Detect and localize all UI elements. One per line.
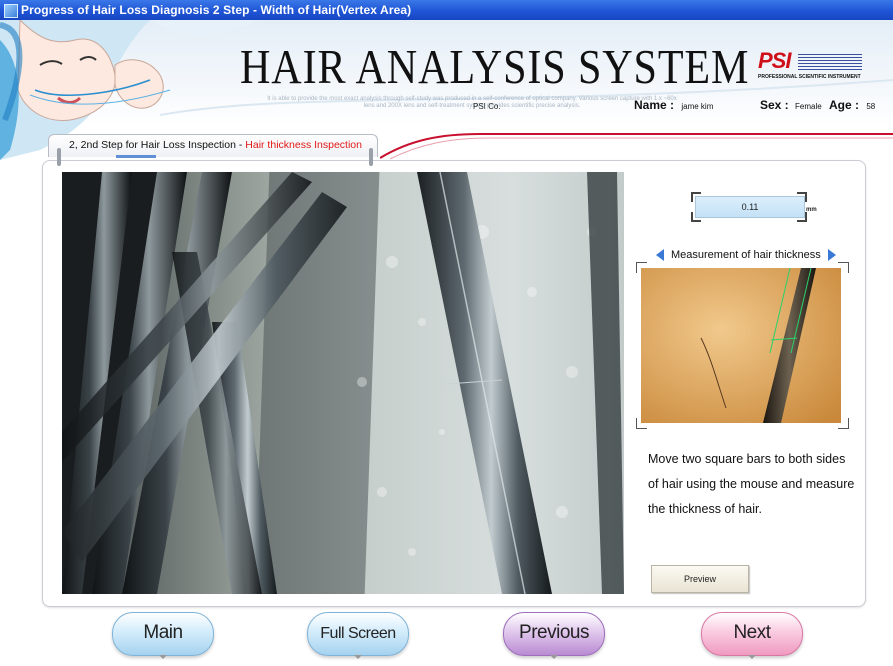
main-button[interactable]: Main [112, 612, 214, 659]
system-title: HAIR ANALYSIS SYSTEM [240, 39, 750, 94]
thickness-value: 0.11 [695, 196, 805, 218]
instruction-text: Move two square bars to both sides of ha… [648, 452, 855, 516]
preview-button[interactable]: Preview [651, 565, 749, 593]
previous-button-label: Previous [519, 622, 589, 643]
arrow-left-icon[interactable] [656, 249, 664, 261]
window-titlebar[interactable]: Progress of Hair Loss Diagnosis 2 Step -… [0, 0, 893, 20]
system-subtitle: It is able to provide the most exact ana… [267, 96, 677, 109]
header-red-curve [380, 133, 893, 160]
window-title: Progress of Hair Loss Diagnosis 2 Step -… [21, 3, 412, 17]
logo-lines-icon [798, 54, 862, 70]
hair-thumbnail-view [641, 268, 841, 423]
patient-age: Age : 58 [829, 98, 875, 112]
tab-pin-left-icon [57, 148, 61, 166]
next-button-label: Next [733, 622, 771, 643]
sex-label: Sex : [760, 98, 789, 112]
sex-value: Female [795, 102, 822, 111]
app-window-icon [4, 4, 18, 18]
main-button-label: Main [143, 622, 183, 643]
psi-logo: PSI PROFESSIONAL SCIENTIFIC INSTRUMENT [758, 48, 868, 82]
age-label: Age : [829, 98, 859, 112]
chevron-down-icon [748, 655, 756, 659]
measurement-title: Measurement of hair thickness [671, 249, 821, 261]
chevron-down-icon [550, 655, 558, 659]
full-screen-button[interactable]: Full Screen [307, 612, 409, 659]
step-highlight: Hair thickness Inspection [245, 139, 362, 151]
company-name: PSI Co. [473, 102, 501, 111]
chevron-down-icon [159, 655, 167, 659]
patient-name: Name : jame kim [634, 98, 713, 112]
microscope-image[interactable] [62, 172, 624, 594]
step-tab: 2, 2nd Step for Hair Loss Inspection - H… [48, 134, 378, 157]
next-button[interactable]: Next [701, 612, 803, 659]
measurement-header: Measurement of hair thickness [650, 246, 838, 264]
thickness-unit: mm [806, 207, 817, 213]
previous-button[interactable]: Previous [503, 612, 605, 659]
age-value: 58 [866, 102, 876, 111]
tab-progress-indicator [116, 155, 156, 158]
hair-microscope-view[interactable] [62, 172, 624, 594]
full-screen-button-label: Full Screen [320, 625, 396, 642]
logo-text: PSI [758, 48, 791, 73]
logo-tagline: PROFESSIONAL SCIENTIFIC INSTRUMENT [758, 74, 861, 80]
tab-pin-right-icon [369, 148, 373, 166]
name-value: jame kim [681, 102, 714, 111]
step-label: 2, 2nd Step for Hair Loss Inspection - [69, 139, 246, 151]
name-label: Name : [634, 98, 675, 112]
patient-sex: Sex : Female [760, 98, 822, 112]
hair-thumbnail [641, 268, 841, 423]
arrow-right-icon[interactable] [828, 249, 836, 261]
chevron-down-icon [354, 655, 362, 659]
